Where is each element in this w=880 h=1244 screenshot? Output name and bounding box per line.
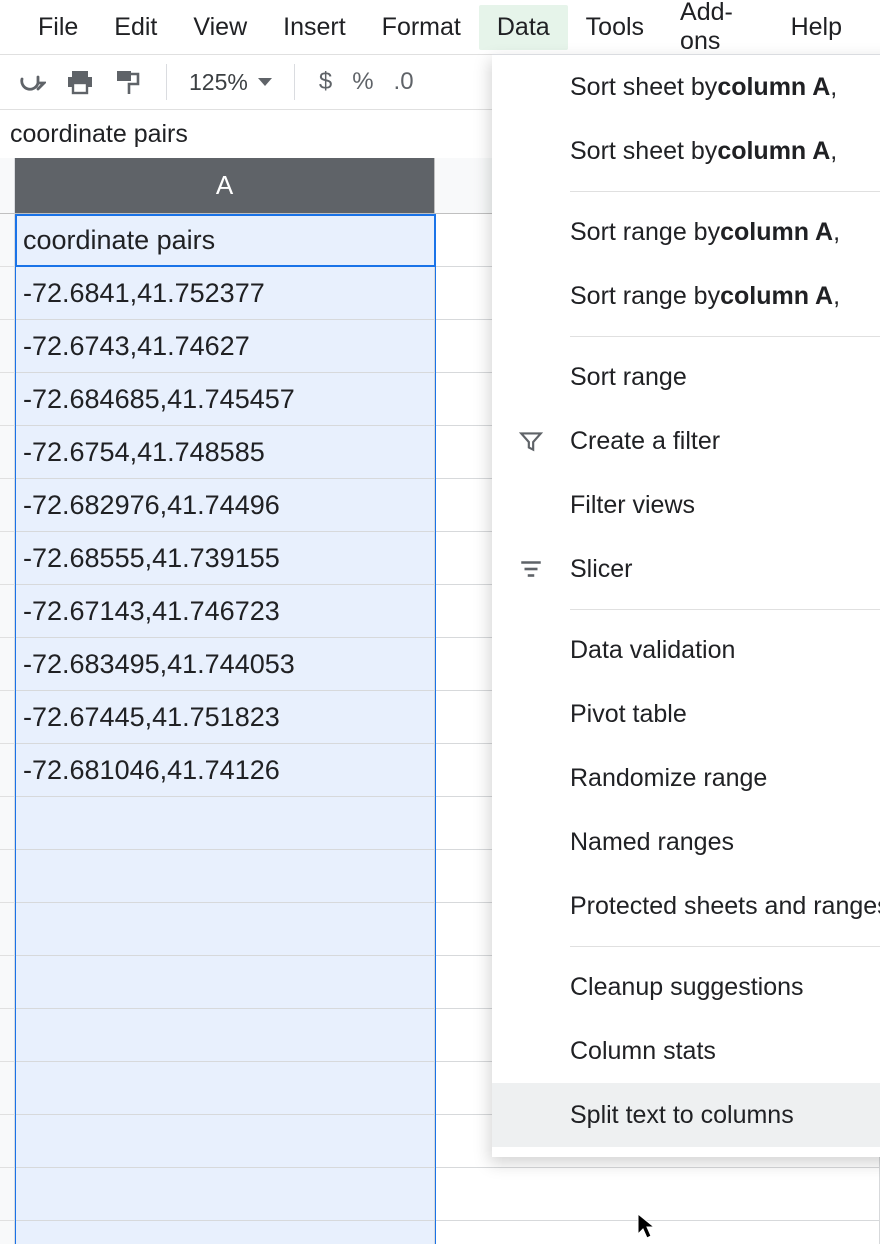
column-header-a[interactable]: A [15, 158, 435, 214]
cell[interactable]: -72.68555,41.739155 [15, 532, 435, 585]
cell[interactable]: coordinate pairs [15, 214, 435, 267]
cell[interactable] [15, 903, 435, 956]
data-menu-dropdown: Sort sheet by column A, Sort sheet by co… [492, 54, 880, 1157]
row-header[interactable] [0, 691, 15, 744]
formula-bar-value: coordinate pairs [10, 120, 188, 149]
cell[interactable] [15, 1221, 435, 1244]
row-header[interactable] [0, 479, 15, 532]
cell[interactable]: -72.684685,41.745457 [15, 373, 435, 426]
menu-separator [570, 336, 880, 337]
table-row [0, 1168, 880, 1221]
menu-data-validation[interactable]: Data validation [492, 618, 880, 682]
toolbar-divider [166, 64, 167, 100]
format-currency-button[interactable]: $ [309, 62, 342, 102]
row-header[interactable] [0, 638, 15, 691]
menu-split-text-to-columns[interactable]: Split text to columns [492, 1083, 880, 1147]
zoom-selector[interactable]: 125% [181, 69, 280, 96]
menu-insert[interactable]: Insert [265, 5, 364, 50]
row-header[interactable] [0, 1115, 15, 1168]
redo-button[interactable] [8, 65, 56, 99]
menu-separator [570, 191, 880, 192]
cell[interactable]: -72.681046,41.74126 [15, 744, 435, 797]
menu-cleanup-suggestions[interactable]: Cleanup suggestions [492, 955, 880, 1019]
toolbar-divider [294, 64, 295, 100]
cell[interactable] [15, 1009, 435, 1062]
menu-tools[interactable]: Tools [568, 5, 662, 50]
cell[interactable] [15, 1168, 435, 1221]
menu-randomize-range[interactable]: Randomize range [492, 746, 880, 810]
cell[interactable] [15, 850, 435, 903]
cell[interactable] [435, 1221, 880, 1244]
menu-sort-range[interactable]: Sort range [492, 345, 880, 409]
cell[interactable] [15, 1115, 435, 1168]
format-percent-button[interactable]: % [342, 62, 383, 102]
row-header[interactable] [0, 1009, 15, 1062]
menu-file[interactable]: File [20, 5, 96, 50]
menu-sort-range-asc[interactable]: Sort range by column A, [492, 200, 880, 264]
menu-format[interactable]: Format [364, 5, 479, 50]
menu-edit[interactable]: Edit [96, 5, 175, 50]
chevron-down-icon [258, 78, 272, 86]
paint-format-button[interactable] [104, 62, 152, 102]
cell[interactable] [15, 1062, 435, 1115]
cell[interactable]: -72.6841,41.752377 [15, 267, 435, 320]
menu-create-filter[interactable]: Create a filter [492, 409, 880, 473]
row-header[interactable] [0, 903, 15, 956]
menu-filter-views[interactable]: Filter views [492, 473, 880, 537]
table-row [0, 1221, 880, 1244]
menu-separator [570, 946, 880, 947]
cell[interactable]: -72.683495,41.744053 [15, 638, 435, 691]
menu-column-stats[interactable]: Column stats [492, 1019, 880, 1083]
menu-help[interactable]: Help [773, 5, 860, 50]
row-header[interactable] [0, 850, 15, 903]
print-button[interactable] [56, 63, 104, 101]
row-header[interactable] [0, 267, 15, 320]
row-header[interactable] [0, 797, 15, 850]
menu-sort-sheet-desc[interactable]: Sort sheet by column A, [492, 119, 880, 183]
zoom-value: 125% [189, 69, 248, 96]
row-header[interactable] [0, 956, 15, 1009]
row-header[interactable] [0, 744, 15, 797]
row-header[interactable] [0, 214, 15, 267]
cell[interactable]: -72.682976,41.74496 [15, 479, 435, 532]
cell[interactable]: -72.67143,41.746723 [15, 585, 435, 638]
select-all-corner[interactable] [0, 158, 15, 214]
menu-view[interactable]: View [175, 5, 265, 50]
cell[interactable]: -72.67445,41.751823 [15, 691, 435, 744]
row-header[interactable] [0, 426, 15, 479]
menu-sort-range-desc[interactable]: Sort range by column A, [492, 264, 880, 328]
row-header[interactable] [0, 1168, 15, 1221]
cell[interactable]: -72.6754,41.748585 [15, 426, 435, 479]
cell[interactable] [15, 797, 435, 850]
menu-separator [570, 609, 880, 610]
row-header[interactable] [0, 585, 15, 638]
row-header[interactable] [0, 1221, 15, 1244]
row-header[interactable] [0, 320, 15, 373]
slicer-icon [516, 554, 546, 584]
menu-slicer[interactable]: Slicer [492, 537, 880, 601]
filter-icon [516, 426, 546, 456]
menu-protected-sheets[interactable]: Protected sheets and ranges [492, 874, 880, 938]
cell[interactable] [435, 1168, 880, 1221]
menu-sort-sheet-asc[interactable]: Sort sheet by column A, [492, 55, 880, 119]
row-header[interactable] [0, 373, 15, 426]
cell[interactable] [15, 956, 435, 1009]
row-header[interactable] [0, 1062, 15, 1115]
menu-pivot-table[interactable]: Pivot table [492, 682, 880, 746]
menu-named-ranges[interactable]: Named ranges [492, 810, 880, 874]
menubar: File Edit View Insert Format Data Tools … [0, 0, 880, 54]
menu-data[interactable]: Data [479, 5, 568, 50]
row-header[interactable] [0, 532, 15, 585]
format-decimal-button[interactable]: .0 [384, 62, 424, 102]
cell[interactable]: -72.6743,41.74627 [15, 320, 435, 373]
